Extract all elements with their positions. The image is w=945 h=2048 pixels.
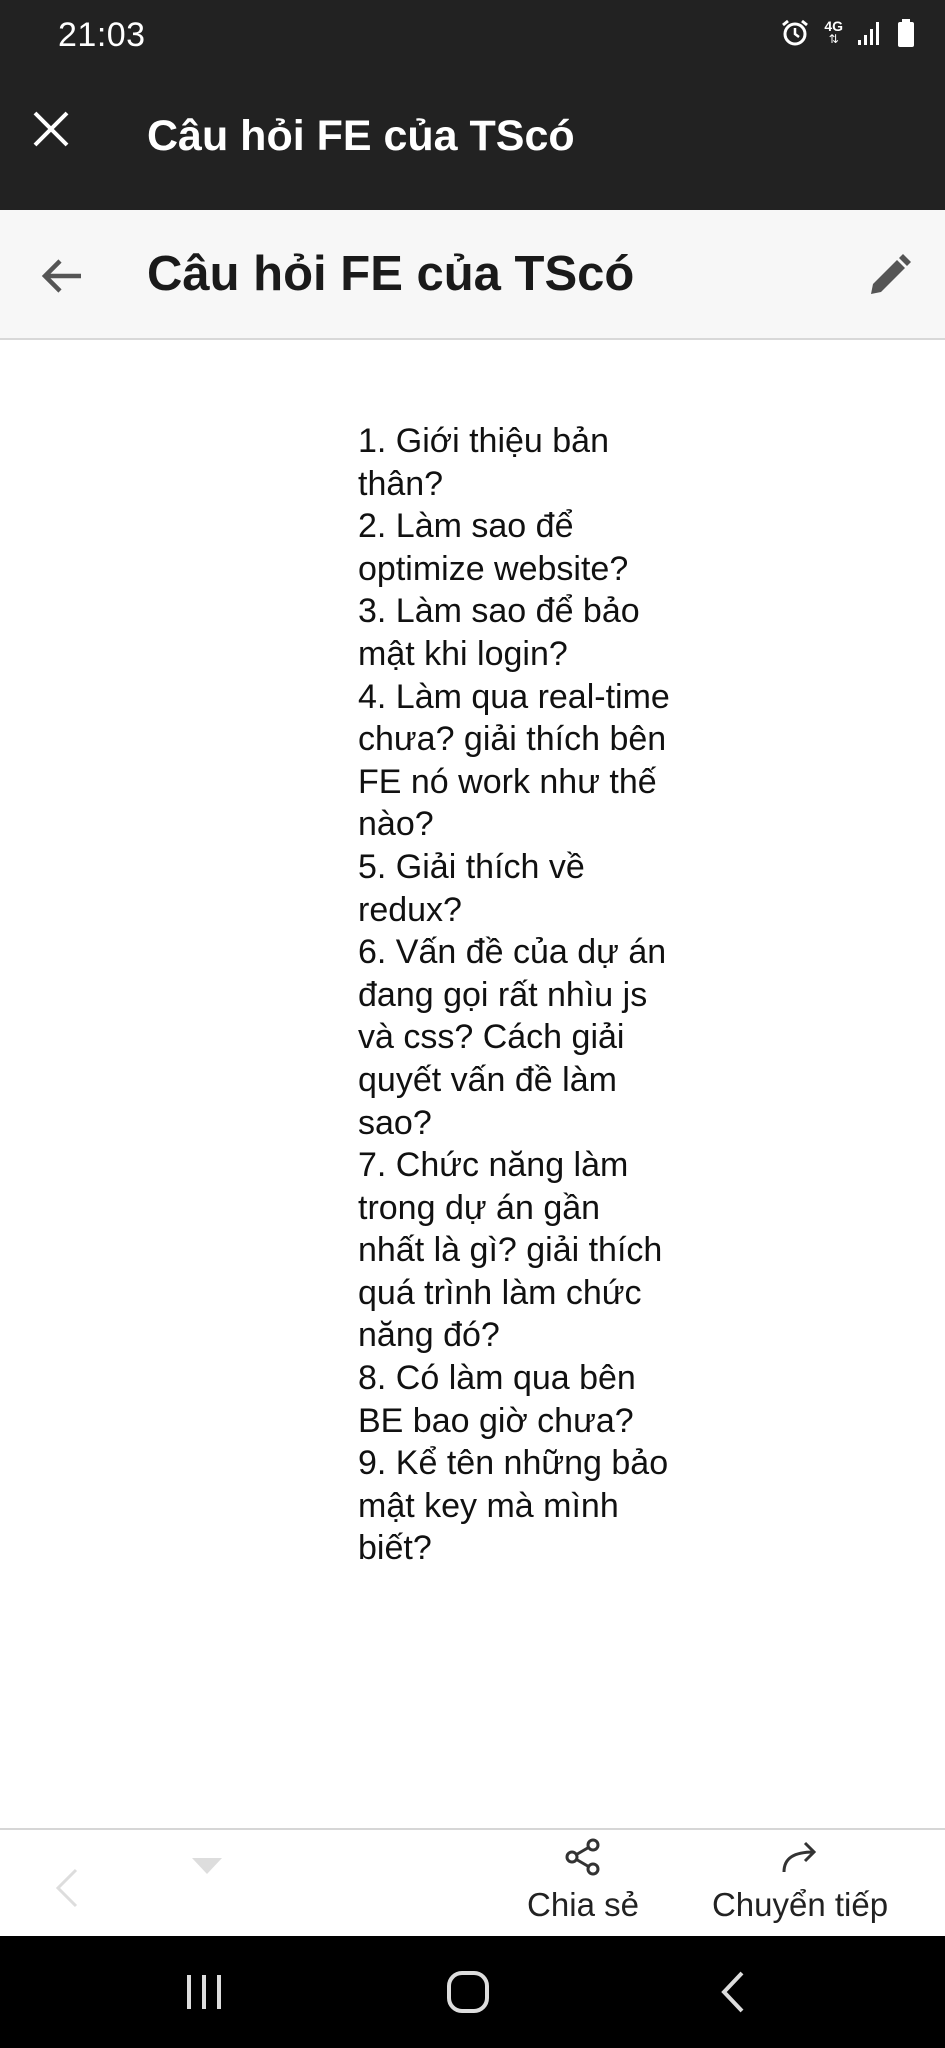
message-line: redux?	[358, 890, 462, 929]
message-header: Câu hỏi FE của TScó	[0, 210, 945, 340]
message-line: nào?	[358, 805, 434, 844]
message-line: 7. Chức năng làm	[358, 1146, 629, 1185]
share-label: Chia sẻ	[527, 1886, 639, 1923]
forward-icon	[782, 1841, 817, 1873]
message-line: 4. Làm qua real-time	[358, 677, 670, 716]
app-title: Câu hỏi FE của TScó	[147, 112, 575, 160]
message-line: quyết vấn đề làm	[358, 1060, 617, 1099]
bottom-toolbar: Chia sẻ Chuyển tiếp	[0, 1828, 945, 1936]
signal-icon	[858, 22, 879, 45]
recent-apps-icon[interactable]	[184, 1974, 224, 2010]
message-line: 6. Vấn đề của dự án	[358, 933, 667, 972]
alarm-icon	[782, 19, 809, 46]
status-bar: 21:03 4G ⇅	[0, 0, 945, 70]
message-line: chưa? giải thích bên	[358, 720, 667, 759]
message-line: FE nó work như thế	[358, 762, 657, 801]
message-line: mật khi login?	[358, 634, 568, 673]
close-icon	[33, 111, 69, 147]
home-icon[interactable]	[446, 1970, 490, 2014]
close-button[interactable]	[26, 104, 76, 154]
back-button[interactable]	[36, 250, 88, 302]
message-line: 2. Làm sao để	[358, 507, 574, 546]
chevron-left-icon	[55, 1868, 78, 1908]
forward-button[interactable]: Chuyển tiếp	[700, 1838, 900, 1933]
message-line: thân?	[358, 464, 444, 503]
message-line: mật key mà mình	[358, 1486, 619, 1525]
message-line: 3. Làm sao để bảo	[358, 592, 640, 631]
message-line: 1. Giới thiệu bản	[358, 422, 609, 460]
status-icons: 4G ⇅	[780, 18, 915, 48]
dropdown-button[interactable]	[190, 1856, 224, 1876]
edit-button[interactable]	[863, 250, 915, 302]
message-line: sao?	[358, 1103, 432, 1142]
message-line: nhất là gì? giải thích	[358, 1231, 663, 1270]
message-line: 8. Có làm qua bên	[358, 1359, 636, 1398]
status-time: 21:03	[58, 16, 146, 54]
triangle-down-icon	[192, 1858, 222, 1874]
forward-label: Chuyển tiếp	[711, 1886, 889, 1923]
message-line: 9. Kể tên những bảo	[358, 1444, 669, 1483]
message-line: 5. Giải thích về	[358, 847, 585, 886]
pencil-icon	[871, 254, 911, 294]
message-line: optimize website?	[358, 549, 629, 588]
message-line: trong dự án gần	[358, 1188, 601, 1227]
network-4g-icon: 4G ⇅	[824, 18, 843, 46]
message-body: 1. Giới thiệu bản thân? 2. Làm sao để optim…	[358, 420, 718, 1570]
battery-icon	[898, 19, 914, 47]
message-title: Câu hỏi FE của TScó	[147, 247, 635, 301]
share-button[interactable]: Chia sẻ	[518, 1838, 648, 1933]
nav-back-icon[interactable]	[718, 1970, 748, 2014]
message-line: đang gọi rất nhìu js	[358, 975, 648, 1014]
back-arrow-icon	[41, 259, 81, 293]
share-icon	[565, 1838, 600, 1876]
message-line: BE bao giờ chưa?	[358, 1401, 634, 1440]
message-line: quá trình làm chức	[358, 1273, 642, 1312]
message-line: năng đó?	[358, 1316, 500, 1355]
message-line: và css? Cách giải	[358, 1018, 625, 1057]
system-nav-bar	[0, 1936, 945, 2048]
previous-button[interactable]	[50, 1866, 86, 1910]
app-bar: Câu hỏi FE của TScó	[0, 70, 945, 210]
message-line: biết?	[358, 1529, 432, 1568]
